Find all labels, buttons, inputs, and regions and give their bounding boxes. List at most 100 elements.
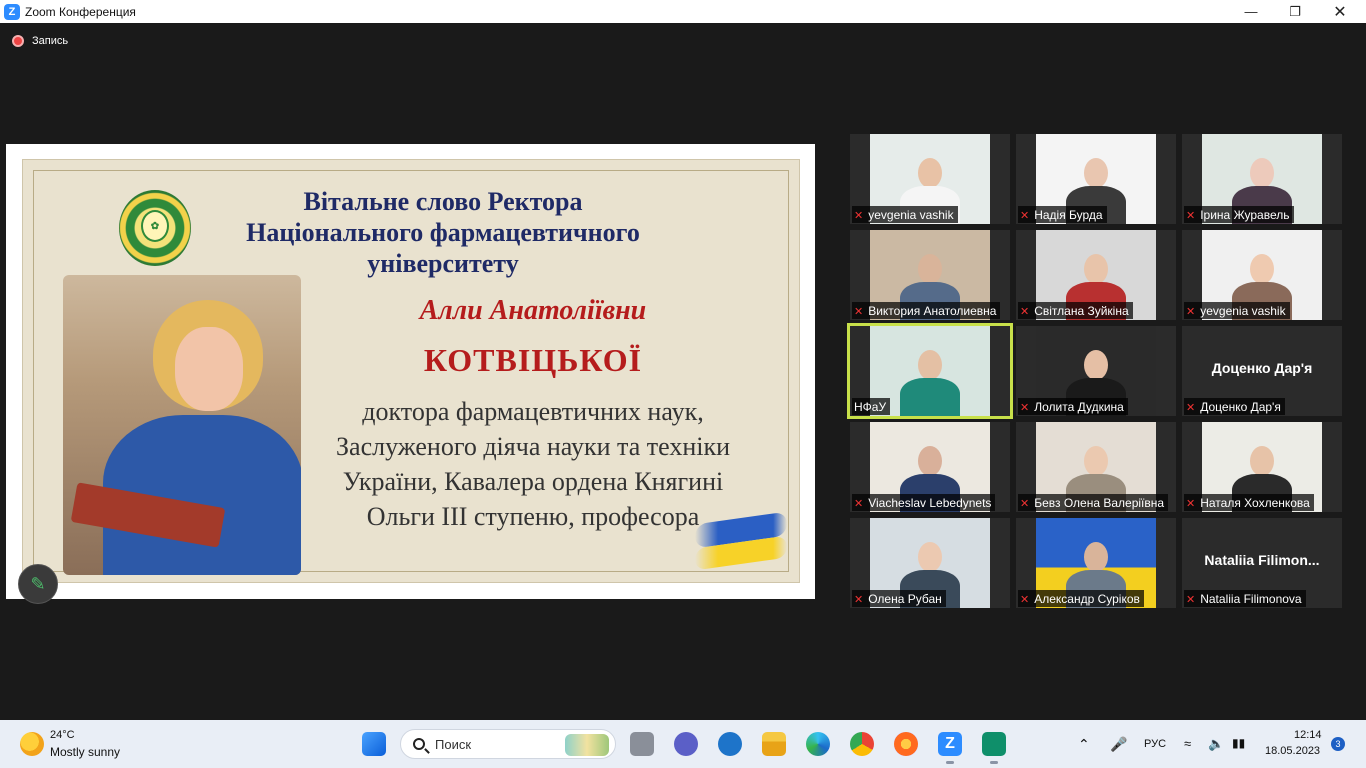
weather-temperature[interactable]: 24°C	[50, 729, 75, 741]
firefox-browser-icon[interactable]	[894, 732, 918, 756]
participant-tile[interactable]: ✕ Лолита Дудкина	[1016, 326, 1176, 416]
participant-name-label: НФаУ	[852, 398, 891, 415]
participant-tile[interactable]: ✕ Александр Суріков	[1016, 518, 1176, 608]
participant-name-label: ✕ Олена Рубан	[852, 590, 946, 607]
muted-mic-icon: ✕	[1020, 497, 1030, 510]
participant-name: НФаУ	[854, 400, 887, 414]
muted-mic-icon: ✕	[1186, 401, 1196, 414]
muted-mic-icon: ✕	[1186, 593, 1196, 606]
body-line-3: України, Кавалера ордена Княгині	[342, 467, 724, 496]
participant-tile[interactable]: Nataliia Filimon... ✕ Nataliia Filimonova	[1182, 518, 1342, 608]
participant-name-label: ✕ Наталя Хохленкова	[1184, 494, 1314, 511]
wifi-icon[interactable]: ≈	[1184, 736, 1191, 751]
participant-name-label: ✕ Світлана Зуйкіна	[1018, 302, 1133, 319]
muted-mic-icon: ✕	[1020, 305, 1030, 318]
participant-name: Надія Бурда	[1034, 208, 1103, 222]
rector-surname: КОТВІЦЬКОЇ	[423, 342, 643, 378]
windows-start-icon[interactable]	[362, 732, 386, 756]
heading-line-1: Вітальне слово Ректора	[303, 187, 583, 216]
weather-description[interactable]: Mostly sunny	[50, 745, 120, 759]
task-view-icon[interactable]	[630, 732, 654, 756]
participant-name-label: ✕ Ірина Журавель	[1184, 206, 1294, 223]
participant-tile[interactable]: Доценко Дар'я ✕ Доценко Дар'я	[1182, 326, 1342, 416]
participant-display-name: Nataliia Filimon...	[1204, 552, 1320, 568]
sun-weather-icon[interactable]	[20, 732, 44, 756]
body-line-2: Заслуженого діяча науки та техніки	[336, 432, 730, 461]
participant-name-label: ✕ Александр Суріков	[1018, 590, 1144, 607]
slide-heading: Вітальне слово Ректора Національного фар…	[193, 186, 693, 279]
battery-icon[interactable]: ▮▮	[1232, 736, 1245, 750]
notification-badge[interactable]: 3	[1331, 737, 1345, 751]
taskbar-search[interactable]: Поиск	[400, 729, 616, 759]
participant-name: Наталя Хохленкова	[1200, 496, 1310, 510]
muted-mic-icon: ✕	[1186, 209, 1196, 222]
heading-line-2: Національного фармацевтичного	[246, 218, 640, 247]
participant-tile[interactable]: ✕ yevgenia vashik	[850, 134, 1010, 224]
body-line-1: доктора фармацевтичних наук,	[362, 397, 704, 426]
muted-mic-icon: ✕	[1020, 209, 1030, 222]
participant-name: Александр Суріков	[1034, 592, 1140, 606]
participant-name: yevgenia vashik	[1200, 304, 1286, 318]
participant-tile[interactable]: ✕ Світлана Зуйкіна	[1016, 230, 1176, 320]
clock-date[interactable]: 18.05.2023	[1265, 745, 1320, 757]
participant-tile[interactable]: ✕ Viacheslav Lebedynets	[850, 422, 1010, 512]
participant-tile[interactable]: НФаУ	[847, 323, 1013, 419]
participant-tile[interactable]: ✕ Олена Рубан	[850, 518, 1010, 608]
participant-name: Лолита Дудкина	[1034, 400, 1124, 414]
presentation-slide: ✿ Вітальне слово Ректора Національного ф…	[22, 159, 800, 583]
recording-label: Запись	[32, 35, 69, 47]
participant-name: Олена Рубан	[868, 592, 942, 606]
muted-mic-icon: ✕	[854, 305, 864, 318]
language-indicator[interactable]: РУС	[1144, 738, 1166, 750]
record-icon	[12, 35, 24, 47]
participant-name-label: ✕ Бевз Олена Валеріївна	[1018, 494, 1169, 511]
participant-tile[interactable]: ✕ Бевз Олена Валеріївна	[1016, 422, 1176, 512]
participant-name-label: ✕ Доценко Дар'я	[1184, 398, 1285, 415]
chevron-up-icon[interactable]: ⌃	[1078, 736, 1090, 753]
rector-portrait	[63, 275, 301, 575]
participant-name-label: ✕ Viacheslav Lebedynets	[852, 494, 996, 511]
participant-tile[interactable]: ✕ Наталя Хохленкова	[1182, 422, 1342, 512]
minimize-button[interactable]: —	[1228, 0, 1274, 23]
shared-screen: ✿ Вітальне слово Ректора Національного ф…	[6, 144, 815, 599]
participant-name: Виктория Анатолиевна	[868, 304, 997, 318]
volume-icon[interactable]: 🔈	[1208, 736, 1224, 752]
rector-first-name: Алли Анатоліївни	[419, 295, 647, 326]
participant-name: yevgenia vashik	[868, 208, 954, 222]
participant-name: Бевз Олена Валеріївна	[1034, 496, 1165, 510]
running-indicator	[990, 761, 998, 764]
participant-name-label: ✕ yevgenia vashik	[1184, 302, 1290, 319]
participant-tile[interactable]: ✕ Надія Бурда	[1016, 134, 1176, 224]
app-icon[interactable]	[982, 732, 1006, 756]
participant-name: Доценко Дар'я	[1200, 400, 1281, 414]
zoom-taskbar-icon[interactable]: Z	[938, 732, 962, 756]
annotate-pencil-icon[interactable]: ✎	[18, 564, 58, 604]
muted-mic-icon: ✕	[854, 593, 864, 606]
edge-browser-icon[interactable]	[806, 732, 830, 756]
participant-name-label: ✕ yevgenia vashik	[852, 206, 958, 223]
chrome-browser-icon[interactable]	[850, 732, 874, 756]
microphone-icon[interactable]: 🎤	[1110, 736, 1127, 753]
file-explorer-icon[interactable]	[762, 732, 786, 756]
recording-indicator[interactable]: Запись	[12, 35, 68, 47]
search-highlight-image	[565, 734, 609, 756]
participant-name: Ірина Журавель	[1200, 208, 1290, 222]
teams-chat-icon[interactable]	[674, 732, 698, 756]
window-title: Zoom Конференция	[25, 4, 136, 19]
title-bar: Z Zoom Конференция	[0, 0, 1366, 23]
participant-name: Світлана Зуйкіна	[1034, 304, 1129, 318]
participant-name-label: ✕ Лолита Дудкина	[1018, 398, 1128, 415]
participant-tile[interactable]: ✕ yevgenia vashik	[1182, 230, 1342, 320]
participant-name-label: ✕ Надія Бурда	[1018, 206, 1107, 223]
participant-tile[interactable]: ✕ Ірина Журавель	[1182, 134, 1342, 224]
participant-tile[interactable]: ✕ Виктория Анатолиевна	[850, 230, 1010, 320]
app-icon[interactable]	[718, 732, 742, 756]
clock-time[interactable]: 12:14	[1294, 729, 1322, 741]
university-seal-logo: ✿	[119, 190, 191, 266]
search-icon	[413, 738, 425, 750]
maximize-button[interactable]: ❐	[1272, 0, 1318, 23]
close-button[interactable]: ✕	[1317, 0, 1363, 23]
muted-mic-icon: ✕	[1020, 401, 1030, 414]
zoom-icon: Z	[4, 3, 20, 20]
participant-name-label: ✕ Nataliia Filimonova	[1184, 590, 1306, 607]
